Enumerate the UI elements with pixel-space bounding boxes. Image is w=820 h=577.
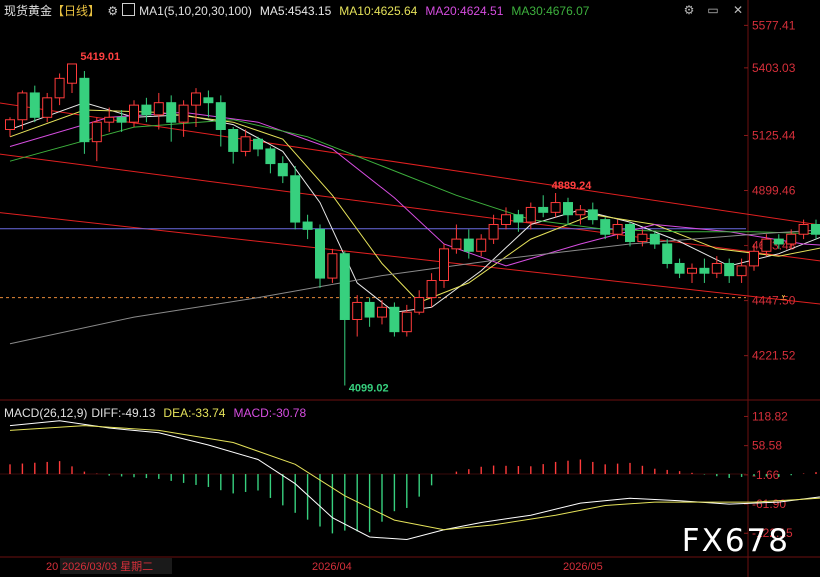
candle-body <box>786 233 797 245</box>
candlestick-chart[interactable]: 5577.415403.035125.444899.464673.484447.… <box>0 0 820 577</box>
candle-body <box>488 223 499 240</box>
candle-body <box>798 223 809 235</box>
candle-body <box>625 223 635 243</box>
candle-body <box>29 92 40 118</box>
macd-tick-label: -61.90 <box>752 497 786 511</box>
candle-body <box>699 267 710 274</box>
x-label-april: 2026/04 <box>312 561 352 573</box>
x-label-start: 20 <box>46 561 58 573</box>
candle-body <box>79 77 90 143</box>
x-label-may: 2026/05 <box>563 561 603 573</box>
candle-body <box>153 102 164 116</box>
candle-body <box>513 214 524 223</box>
candle-body <box>575 209 586 216</box>
macd-tick-label: 118.82 <box>752 409 788 423</box>
macd-dea-line <box>9 425 820 531</box>
price-tick-label: 4899.46 <box>752 184 796 198</box>
annotation-low: 4099.02 <box>349 382 389 394</box>
fx678-watermark: FX678 <box>681 523 790 559</box>
candle-body <box>773 238 784 245</box>
candle-body <box>612 223 623 235</box>
candle-body <box>364 301 375 318</box>
candle-body <box>54 77 65 99</box>
candle-body <box>265 148 276 165</box>
candle-body <box>91 121 102 143</box>
candle-body <box>215 102 226 130</box>
price-tick-label: 5125.44 <box>752 128 796 142</box>
candle-body <box>42 97 53 118</box>
candle-body <box>600 219 611 235</box>
candle-body <box>587 209 598 221</box>
x-label-cursor-date: 2026/03/03 星期二 <box>62 560 153 573</box>
candle-body <box>463 238 474 252</box>
candle-body <box>538 206 549 213</box>
candle-body <box>253 138 263 150</box>
candle-body <box>451 238 462 250</box>
candle-body <box>166 102 177 123</box>
candle-body <box>563 202 573 216</box>
candle-body <box>401 311 412 333</box>
candle-body <box>761 238 772 252</box>
candle-body <box>116 116 127 123</box>
candle-body <box>501 214 511 225</box>
candle-body <box>5 119 15 130</box>
candle-body <box>67 63 77 84</box>
annotation-mid-high: 4889.24 <box>552 180 593 192</box>
candle-body <box>327 253 338 279</box>
candle-body <box>736 265 747 277</box>
candle-body <box>711 262 722 274</box>
candle-body <box>476 238 487 252</box>
candle-body <box>414 297 425 313</box>
candle-body <box>191 92 201 106</box>
price-tick-label: 5577.41 <box>752 18 796 32</box>
candle-body <box>377 306 387 318</box>
candle-body <box>228 128 239 152</box>
ma-line-ma10 <box>9 109 820 303</box>
candle-body <box>525 206 536 223</box>
candle-body <box>302 221 313 230</box>
macd-tick-label: 58.58 <box>752 439 782 453</box>
ma-line-ma5 <box>9 102 820 313</box>
ma-line-ma30 <box>9 119 820 235</box>
candle-body <box>687 267 697 274</box>
trend-line-lower <box>0 212 820 305</box>
candle-body <box>550 202 561 213</box>
last-price-marker: ⩡ <box>780 291 787 305</box>
candle-body <box>426 280 437 299</box>
trend-line-middle <box>0 153 820 262</box>
candle-body <box>277 163 288 177</box>
trend-line-upper <box>0 102 820 226</box>
candle-body <box>339 253 350 320</box>
candle-body <box>662 243 673 264</box>
candle-body <box>749 250 759 267</box>
candle-body <box>240 136 251 152</box>
candle-body <box>129 104 139 123</box>
price-tick-label: 4221.52 <box>752 349 796 363</box>
candle-body <box>141 104 152 116</box>
candle-body <box>811 223 820 235</box>
candle-body <box>637 233 648 243</box>
annotation-high: 5419.01 <box>80 51 120 63</box>
candle-body <box>389 306 400 333</box>
candle-body <box>439 248 449 282</box>
candle-body <box>178 104 189 123</box>
candle-body <box>17 92 28 121</box>
candle-body <box>724 262 735 277</box>
candle-body <box>290 175 301 223</box>
candle-body <box>203 97 214 104</box>
candle-body <box>649 233 660 245</box>
candle-body <box>104 116 115 123</box>
price-tick-label: 5403.03 <box>752 61 796 75</box>
ma-line-ma20 <box>9 111 820 267</box>
candle-body <box>315 228 325 279</box>
candle-body <box>674 262 685 274</box>
candle-body <box>352 301 363 320</box>
macd-diff-line <box>9 420 820 541</box>
